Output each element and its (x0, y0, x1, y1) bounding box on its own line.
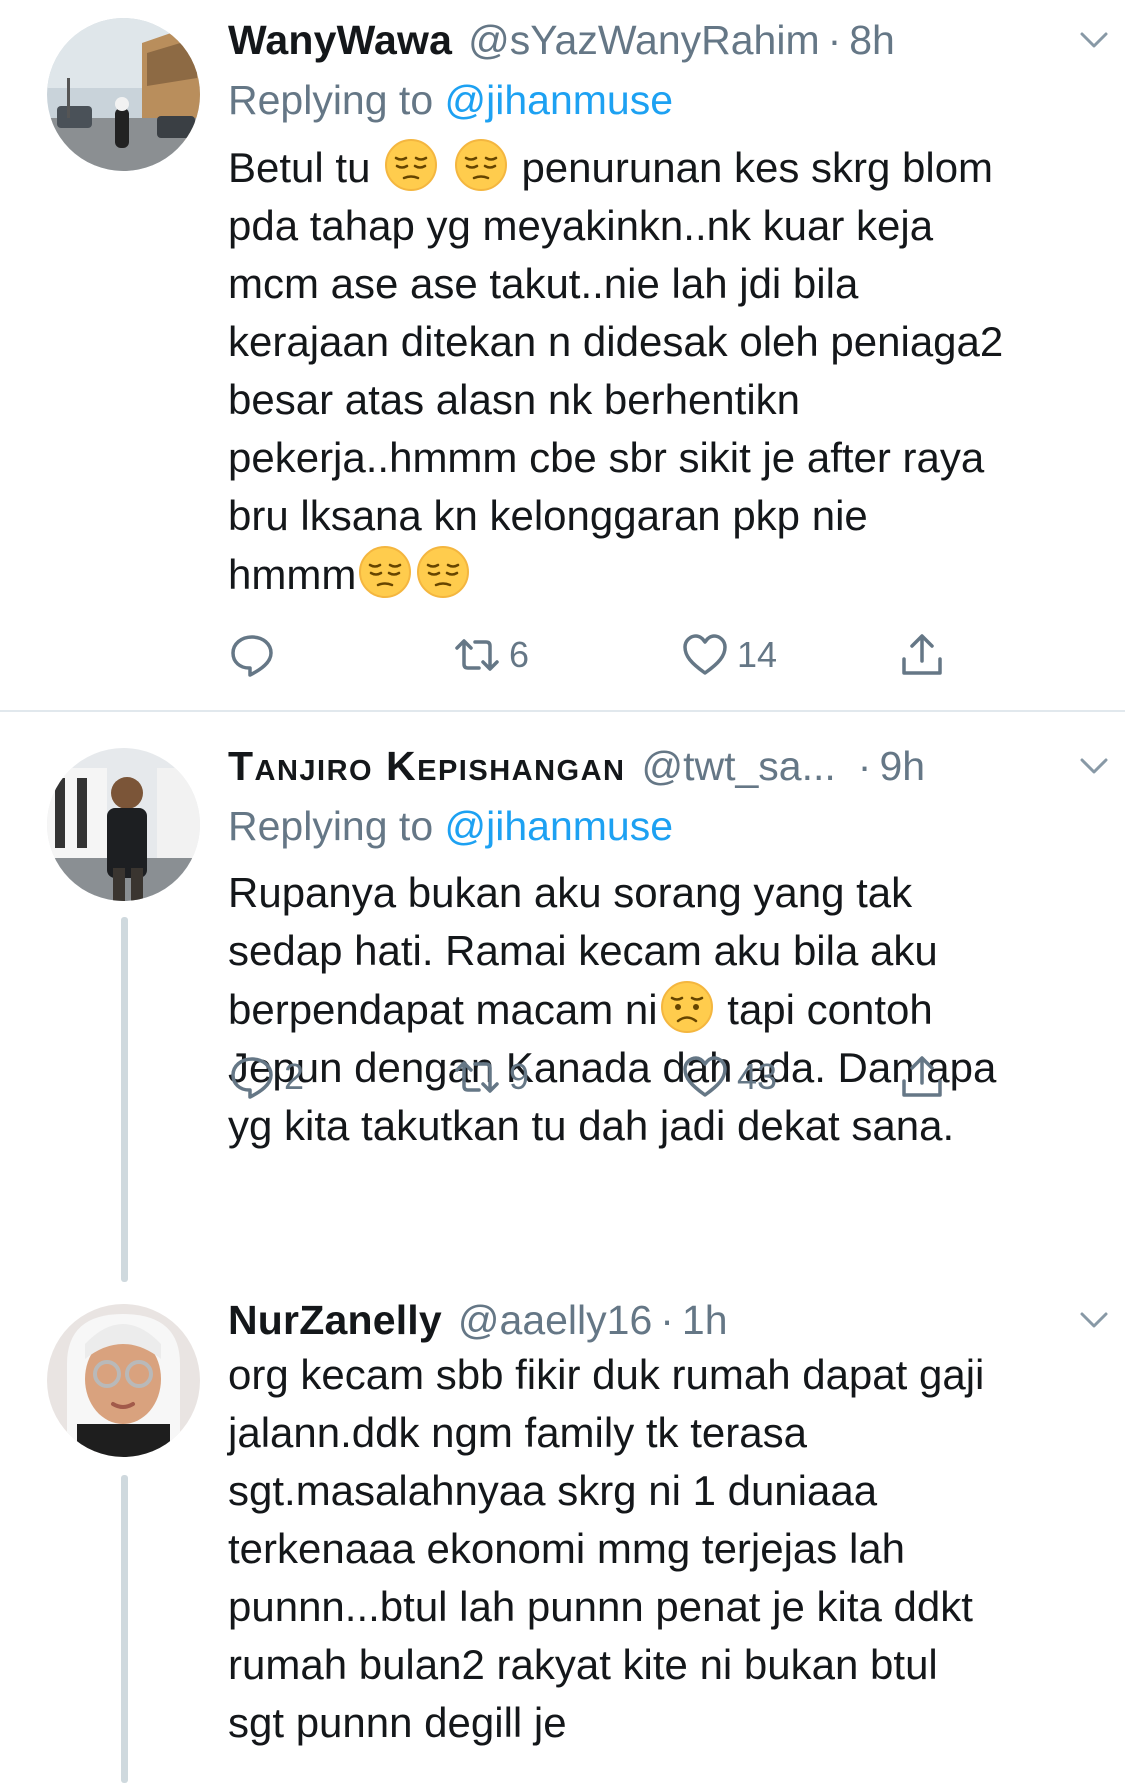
separator: · (857, 743, 872, 789)
heart-icon (683, 1056, 727, 1097)
share-icon (902, 1056, 942, 1097)
tweet-text: org kecam sbb fikir duk rumah dapat gaji… (228, 1351, 985, 1746)
retweet-button[interactable]: 6 (453, 625, 529, 685)
reply-count: 2 (284, 1056, 305, 1097)
user-handle[interactable]: @twt_sa... (641, 736, 835, 796)
separator: · (827, 17, 842, 63)
avatar[interactable] (47, 18, 200, 171)
display-name[interactable]: NurZanelly (228, 1290, 442, 1350)
tweet-text-part: Betul tu (228, 144, 383, 191)
retweet-icon (455, 1061, 499, 1093)
tweet-text: Betul tu penurunan kes skrg blom pda tah… (228, 138, 1088, 604)
tweet-1[interactable]: WanyWawa @sYazWanyRahim · 8h Replying to… (0, 0, 1125, 710)
pensive-face-icon (385, 139, 438, 191)
like-button[interactable]: 43 (681, 1047, 777, 1107)
avatar-photo-person-icon (47, 1304, 200, 1457)
like-count: 43 (737, 1056, 778, 1097)
avatar-photo-street-icon (47, 18, 200, 171)
thread-line (121, 1475, 128, 1783)
mention-link[interactable]: @jihanmuse (445, 803, 674, 849)
thread-line (121, 917, 128, 1282)
share-button[interactable] (898, 625, 946, 685)
tweet-header: Tanjiro Kepishangan @twt_sa... · 9h (228, 736, 1108, 796)
mention-link[interactable]: @jihanmuse (445, 77, 674, 123)
tweet-actions: 2 9 43 (228, 1047, 968, 1107)
chevron-down-icon[interactable] (1074, 746, 1114, 786)
tweet-2[interactable]: Tanjiro Kepishangan @twt_sa... · 9h Repl… (0, 712, 1125, 1282)
like-button[interactable]: 14 (681, 625, 777, 685)
tweet-actions: 6 14 (228, 625, 968, 685)
tweet-text-part (440, 144, 452, 191)
avatar[interactable] (47, 748, 200, 901)
retweet-count: 9 (509, 1056, 530, 1097)
replying-to: Replying to @jihanmuse (228, 70, 1088, 130)
retweet-button[interactable]: 9 (453, 1047, 529, 1107)
pensive-face-icon (359, 546, 412, 598)
avatar[interactable] (47, 1304, 200, 1457)
chevron-down-icon[interactable] (1074, 20, 1114, 60)
chevron-down-icon[interactable] (1074, 1300, 1114, 1340)
disappointed-face-icon (660, 981, 713, 1033)
tweet-3[interactable]: NurZanelly @aaelly16 · 1h org kecam sbb … (0, 1282, 1125, 1783)
reply-icon (231, 635, 273, 677)
reply-button[interactable]: 2 (228, 1047, 304, 1107)
reply-icon (231, 1057, 273, 1099)
replying-label: Replying to (228, 77, 445, 123)
share-icon (902, 634, 942, 675)
timestamp[interactable]: 1h (682, 1290, 728, 1350)
tweet-text-part: penurunan kes skrg blom pda tahap yg mey… (228, 144, 1004, 598)
display-name[interactable]: Tanjiro Kepishangan (228, 736, 625, 796)
pensive-face-icon (454, 139, 507, 191)
timestamp[interactable]: 9h (879, 736, 925, 796)
replying-label: Replying to (228, 803, 445, 849)
heart-icon (683, 634, 727, 675)
timestamp[interactable]: 8h (849, 10, 895, 70)
like-count: 14 (737, 634, 778, 675)
retweet-icon (455, 639, 499, 671)
tweet-header: WanyWawa @sYazWanyRahim · 8h (228, 10, 1108, 70)
reply-button[interactable] (228, 625, 284, 685)
tweet-text: Rupanya bukan aku sorang yang tak sedap … (228, 864, 1088, 1155)
retweet-count: 6 (509, 634, 530, 675)
display-name[interactable]: WanyWawa (228, 10, 452, 70)
pensive-face-icon (417, 546, 470, 598)
user-handle[interactable]: @aaelly16 (458, 1290, 652, 1350)
tweet-header: NurZanelly @aaelly16 · 1h (228, 1290, 1108, 1350)
user-handle[interactable]: @sYazWanyRahim (468, 10, 819, 70)
avatar-photo-person-icon (47, 748, 200, 901)
share-button[interactable] (898, 1047, 946, 1107)
separator: · (660, 1297, 674, 1343)
replying-to: Replying to @jihanmuse (228, 796, 1088, 856)
